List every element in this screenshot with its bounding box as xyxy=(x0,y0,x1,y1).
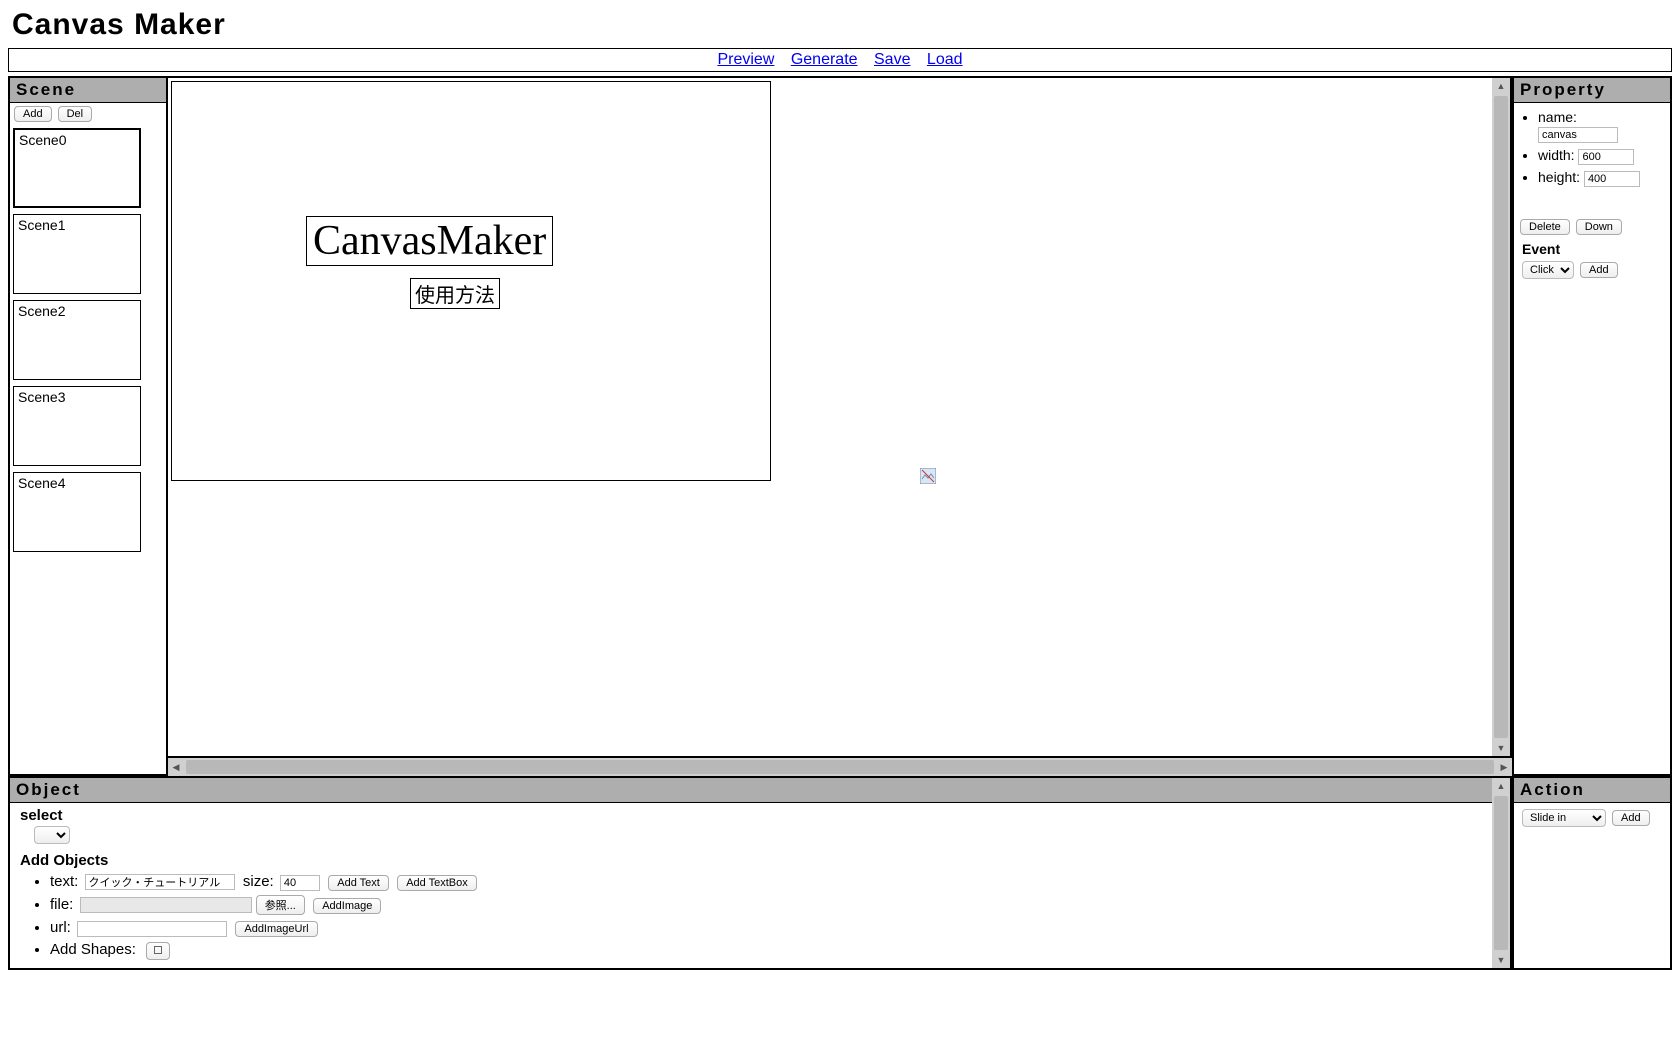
shapes-label: Add Shapes: xyxy=(50,941,136,958)
size-label: size: xyxy=(243,873,274,890)
scroll-right-icon[interactable]: ▶ xyxy=(1496,759,1512,775)
add-image-button[interactable]: AddImage xyxy=(313,898,381,914)
scroll-down-icon[interactable]: ▼ xyxy=(1493,740,1509,756)
scene-item-0[interactable]: Scene0 xyxy=(13,128,141,208)
property-header: Property xyxy=(1514,78,1670,103)
scene-item-4[interactable]: Scene4 xyxy=(13,472,141,552)
add-shape-rect-button[interactable] xyxy=(146,942,170,960)
action-header: Action xyxy=(1514,778,1670,803)
load-link[interactable]: Load xyxy=(927,51,963,68)
add-objects-title: Add Objects xyxy=(20,852,1500,869)
prop-name-input[interactable] xyxy=(1538,127,1618,143)
text-label: text: xyxy=(50,873,78,890)
generate-link[interactable]: Generate xyxy=(791,51,858,68)
scroll-up-icon[interactable]: ▲ xyxy=(1493,78,1509,94)
save-link[interactable]: Save xyxy=(874,51,910,68)
url-label: url: xyxy=(50,919,71,936)
preview-link[interactable]: Preview xyxy=(717,51,774,68)
canvas-text-2[interactable]: 使用方法 xyxy=(410,278,500,309)
action-select[interactable]: Slide in xyxy=(1522,809,1606,827)
add-textbox-button[interactable]: Add TextBox xyxy=(397,875,477,891)
object-select[interactable] xyxy=(34,826,70,844)
object-header: Object xyxy=(10,778,1510,803)
action-panel: Action Slide in Add xyxy=(1512,776,1672,970)
main-toolbar: Preview Generate Save Load xyxy=(8,48,1672,72)
property-panel: Property name: width: height: Delete xyxy=(1512,76,1672,776)
canvas-text-1[interactable]: CanvasMaker xyxy=(306,216,553,266)
add-text-button[interactable]: Add Text xyxy=(328,875,389,891)
event-add-button[interactable]: Add xyxy=(1580,262,1618,278)
scroll-down-icon[interactable]: ▼ xyxy=(1493,952,1509,968)
canvas-scrollbar-horizontal[interactable]: ◀ ▶ xyxy=(168,758,1512,776)
prop-width-input[interactable] xyxy=(1578,149,1634,165)
prop-down-button[interactable]: Down xyxy=(1576,219,1622,235)
event-header: Event xyxy=(1514,239,1670,259)
scroll-up-icon[interactable]: ▲ xyxy=(1493,778,1509,794)
canvas-area[interactable]: CanvasMaker 使用方法 ▲ ▼ xyxy=(168,76,1512,758)
canvas-stage[interactable]: CanvasMaker 使用方法 xyxy=(171,81,771,481)
event-type-select[interactable]: Click xyxy=(1522,261,1574,279)
prop-width-label: width: xyxy=(1538,147,1575,163)
scene-header: Scene xyxy=(10,78,166,103)
text-input[interactable] xyxy=(85,874,235,890)
file-browse-button[interactable]: 参照... xyxy=(256,895,305,915)
scene-item-1[interactable]: Scene1 xyxy=(13,214,141,294)
object-select-label: select xyxy=(20,807,1500,824)
object-scrollbar-vertical[interactable]: ▲ ▼ xyxy=(1492,778,1510,968)
prop-height-label: height: xyxy=(1538,169,1580,185)
action-add-button[interactable]: Add xyxy=(1612,810,1650,826)
url-input[interactable] xyxy=(77,921,227,937)
scene-panel: Scene Add Del Scene0 Scene1 Scene2 Scene… xyxy=(8,76,168,776)
prop-name-label: name: xyxy=(1538,109,1577,125)
scene-del-button[interactable]: Del xyxy=(58,106,93,122)
scene-add-button[interactable]: Add xyxy=(14,106,52,122)
scroll-left-icon[interactable]: ◀ xyxy=(168,759,184,775)
file-label: file: xyxy=(50,896,73,913)
rect-icon xyxy=(154,946,162,954)
scene-item-2[interactable]: Scene2 xyxy=(13,300,141,380)
scene-list: Scene0 Scene1 Scene2 Scene3 Scene4 xyxy=(10,125,166,774)
size-input[interactable] xyxy=(280,875,320,891)
object-panel: Object select Add Objects text: size: Ad… xyxy=(8,776,1512,970)
app-title: Canvas Maker xyxy=(0,0,1680,48)
broken-image-icon xyxy=(920,468,936,484)
canvas-scrollbar-vertical[interactable]: ▲ ▼ xyxy=(1492,78,1510,756)
prop-height-input[interactable] xyxy=(1584,171,1640,187)
add-image-url-button[interactable]: AddImageUrl xyxy=(235,921,317,937)
file-input[interactable] xyxy=(80,897,252,913)
prop-delete-button[interactable]: Delete xyxy=(1520,219,1570,235)
scene-item-3[interactable]: Scene3 xyxy=(13,386,141,466)
